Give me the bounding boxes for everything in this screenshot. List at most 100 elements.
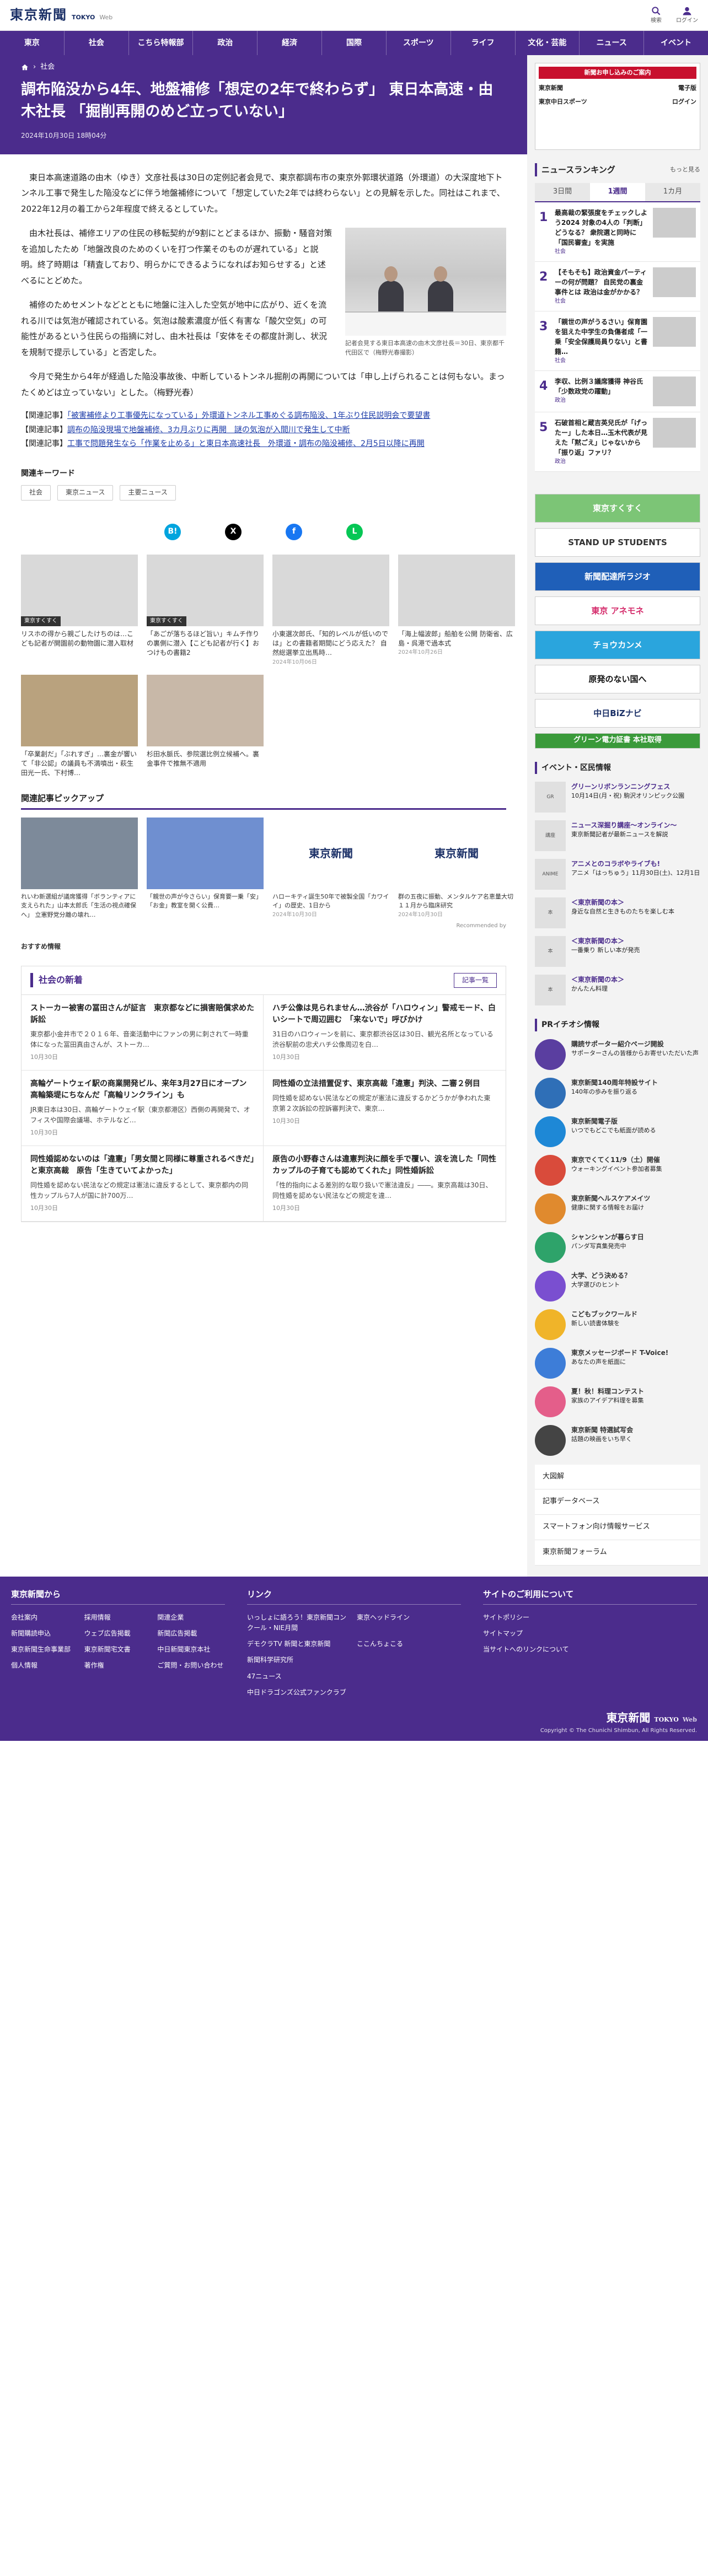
footer-link[interactable]: いっしょに語ろう！東京新聞コンクール・NIE月間 [247, 1612, 351, 1633]
footer-link[interactable]: ウェブ広告掲載 [84, 1628, 152, 1639]
nav-item[interactable]: スポーツ [387, 31, 451, 55]
pr-item[interactable]: シャンシャンが暮らす日 パンダ写真集発売中 [535, 1231, 700, 1263]
ranking-tab[interactable]: 3日間 [535, 183, 590, 201]
footer-link[interactable]: 新聞広告掲載 [157, 1628, 225, 1639]
banner-anemone[interactable]: 東京 アネモネ [535, 596, 700, 625]
footer-link[interactable]: 個人情報 [11, 1660, 79, 1671]
banner-standup[interactable]: STAND UP STUDENTS [535, 528, 700, 557]
footer-link[interactable]: ここんちょこる [357, 1639, 461, 1649]
keyword-tag[interactable]: 主要ニュース [120, 485, 176, 501]
nav-item[interactable]: 社会 [65, 31, 129, 55]
sidebar-link[interactable]: 東京新聞フォーラム [535, 1540, 700, 1566]
footer-link[interactable]: 47ニュース [247, 1671, 351, 1682]
breadcrumb-category[interactable]: 社会 [40, 62, 55, 73]
pr-item[interactable]: 東京新聞140周年特設サイト 140年の歩みを振り返る [535, 1077, 700, 1109]
pickup-card[interactable]: れいわ新選組が議席獲得「ボランティアに支えられた」山本太郎氏「生活の視点確保へ」… [21, 817, 138, 920]
footer-link[interactable]: 中日新聞東京本社 [157, 1644, 225, 1655]
pr-item[interactable]: 東京新聞 特選試写会 話題の映画をいち早く [535, 1424, 700, 1456]
pr-item[interactable]: 大学、どう決める？ 大学選びのヒント [535, 1270, 700, 1302]
nav-item[interactable]: 経済 [258, 31, 323, 55]
footer-link[interactable]: 東京ヘッドライン [357, 1612, 461, 1633]
news-item[interactable]: 原告の小野春さんは違憲判決に顔を手で覆い、涙を流した「同性カップルの子育ても認め… [264, 1146, 506, 1222]
news-item[interactable]: 高輪ゲートウェイ駅の商業開発ビル、来年3月27日にオープン 高輪築堤にちなんだ「… [22, 1070, 264, 1146]
thumb-card[interactable]: 杉田水脈氏、参院選比例立候補へ。裏金事件で推無不適用 [147, 674, 264, 778]
nav-item[interactable]: イベント [644, 31, 708, 55]
footer-link[interactable]: 採用情報 [84, 1612, 152, 1623]
subscription-ad[interactable]: 新聞お申し込みのご案内 東京新聞 電子版 東京中日スポーツ ログイン [535, 63, 700, 150]
line-share-icon[interactable]: L [346, 523, 363, 540]
nav-item[interactable]: 国際 [322, 31, 387, 55]
pr-item[interactable]: 東京でくてく11/9（土）開催 ウォーキングイベント参加者募集 [535, 1154, 700, 1186]
ranking-item[interactable]: 4 李収、比例３議席獲得 神谷氏「少数政党の躍動」 政治 [535, 371, 700, 412]
event-item[interactable]: GR グリーンリボンランニングフェス 10月14日(月・祝) 駒沢オリンピック公園 [535, 782, 700, 813]
related-link[interactable]: 工事で問題発生なら「作業を止める」と東日本高速社長 外環道・調布の陥没補修、2月… [67, 439, 425, 448]
footer-link[interactable]: 新聞科学研究所 [247, 1655, 351, 1665]
event-item[interactable]: 本＜東京新聞の本＞ かんたん料理 [535, 975, 700, 1006]
article-photo[interactable] [345, 228, 506, 336]
ranking-item[interactable]: 2 【そもそも】政治資金パーティーの何が問題？ 自民党の裏金事件とは 政治は金が… [535, 262, 700, 311]
login-button[interactable]: ログイン [676, 6, 698, 25]
home-icon[interactable] [21, 63, 29, 71]
article-list-button[interactable]: 記事一覧 [453, 972, 497, 988]
footer-link[interactable]: 関連企業 [157, 1612, 225, 1623]
sidebar-link[interactable]: スマートフォン向け情報サービス [535, 1515, 700, 1540]
ranking-tab[interactable]: 1カ月 [645, 183, 700, 201]
news-item[interactable]: ストーカー被害の冨田さんが証言 東京都などに損害賠償求めた訴訟 東京都小金井市で… [22, 994, 264, 1071]
banner-sukusuku[interactable]: 東京すくすく [535, 493, 700, 523]
footer-logo[interactable]: 東京新聞 TOKYO Web [606, 1709, 697, 1727]
banner-genpatsu[interactable]: 原発のない国へ [535, 664, 700, 693]
keyword-tag[interactable]: 東京ニュース [57, 485, 114, 501]
pr-item[interactable]: こどもブックワールド 新しい読書体験を [535, 1309, 700, 1340]
related-link[interactable]: 調布の陥没現場で地盤補修、3カ月ぶりに再開 謎の気泡が入間川で発生して中断 [67, 426, 350, 434]
footer-link[interactable] [357, 1687, 461, 1698]
news-item[interactable]: 同性婚認めないのは「違憲」「男女間と同様に尊重されるべきだ」と東京高裁 原告「生… [22, 1146, 264, 1222]
thumb-card[interactable]: 「卒業創だ」「ぶれすぎ」…裏金が響いて「非公認」の議員も不満噴出・萩生田光一氏、… [21, 674, 138, 778]
footer-link[interactable] [357, 1671, 461, 1682]
pr-item[interactable]: 東京新聞ヘルスケアメイツ 健康に関する情報をお届け [535, 1193, 700, 1224]
x-share-icon[interactable]: X [225, 523, 242, 540]
nav-item[interactable]: 文化・芸能 [516, 31, 580, 55]
sidebar-link[interactable]: 大図解 [535, 1465, 700, 1490]
footer-link[interactable] [357, 1655, 461, 1665]
ranking-item[interactable]: 1 最高裁の緊張度をチェックしよう2024 対象の4人の「判断」どうなる？ 衆院… [535, 202, 700, 262]
footer-link[interactable]: サイトマップ [483, 1628, 697, 1639]
pr-item[interactable]: 東京新聞電子版 いつでもどこでも紙面が読める [535, 1116, 700, 1147]
event-item[interactable]: ANIME アニメとのコラボやライブも! アニメ「はっちゅう」11月30日(土)、1… [535, 859, 700, 890]
thumb-card[interactable]: 小東選次郎氏、「知的レベルが低いのでは」との書籍者期間にどう応えた？ 自然総選挙… [272, 554, 389, 667]
banner-choukanme[interactable]: チョウカンメ [535, 630, 700, 659]
footer-link[interactable]: 会社案内 [11, 1612, 79, 1623]
footer-link[interactable]: 東京新聞宅文書 [84, 1644, 152, 1655]
footer-link[interactable]: 東京新聞生命事業部 [11, 1644, 79, 1655]
nav-item[interactable]: ニュース [580, 31, 645, 55]
nav-item[interactable]: ライフ [451, 31, 516, 55]
nav-item[interactable]: こちら特報部 [129, 31, 194, 55]
facebook-share-icon[interactable]: f [286, 523, 302, 540]
pickup-card[interactable]: 「親世の声が今さらい」保育要一乗「安」「お金」教室を開く公費… [147, 817, 264, 920]
banner-green[interactable]: グリーン電力証書 本社取得 [535, 733, 700, 749]
search-button[interactable]: 検索 [651, 6, 662, 25]
footer-link[interactable]: 中日ドラゴンズ公式ファンクラブ [247, 1687, 351, 1698]
nav-item[interactable]: 政治 [193, 31, 258, 55]
banner-radio[interactable]: 新聞配達所ラジオ [535, 562, 700, 591]
keyword-tag[interactable]: 社会 [21, 485, 51, 501]
sidebar-link[interactable]: 記事データベース [535, 1489, 700, 1515]
nav-item[interactable]: 東京 [0, 31, 65, 55]
footer-link[interactable]: 新聞購読申込 [11, 1628, 79, 1639]
pickup-card[interactable]: 東京新聞 ハローキティ誕生50年で被製全国「カワイイ」の歴史、1日から 2024… [272, 817, 389, 920]
ranking-tab[interactable]: 1週間 [590, 183, 645, 201]
footer-link[interactable]: 著作権 [84, 1660, 152, 1671]
pickup-card[interactable]: 東京新聞 群の五夜に振動、メンタルケア名恵量大切１１月から臨床研究 2024年1… [398, 817, 515, 920]
footer-link[interactable]: デモクラTV 新聞と東京新聞 [247, 1639, 351, 1649]
event-item[interactable]: 本＜東京新聞の本＞ 一番乗り 新しい本が発売 [535, 936, 700, 967]
ranking-more-link[interactable]: もっと見る [670, 165, 700, 175]
thumb-card[interactable]: 東京すくすく 「あごが落ちるほど旨い」キムチ作りの裏側に潜入【こども記者が行く】… [147, 554, 264, 667]
site-logo[interactable]: 東京新聞 TOKYO Web [10, 4, 112, 25]
related-link[interactable]: 「被害補修より工事優先になっている」外環道トンネル工事めぐる調布陥没、1年ぶり住… [67, 411, 430, 420]
pr-item[interactable]: 夏！秋！料理コンテスト 家族のアイデア料理を募集 [535, 1386, 700, 1417]
ranking-item[interactable]: 3 「親世の声がうるさい」保育園を狙えた中学生の負傷者成「一乗「安全保護局員りな… [535, 311, 700, 371]
thumb-card[interactable]: 「海上幅波郎」船舶を公開 防衛省、広島・呉港で過本式 2024年10月26日 [398, 554, 515, 667]
banner-biz[interactable]: 中日BiZナビ [535, 698, 700, 728]
hatena-share-icon[interactable]: B! [164, 523, 181, 540]
footer-link[interactable]: 当サイトへのリンクについて [483, 1644, 697, 1655]
ranking-item[interactable]: 5 石破首相と蔵吉英兒氏が「げったー」した本日…玉木代表が見えた「黙ごえ」じゃな… [535, 412, 700, 472]
